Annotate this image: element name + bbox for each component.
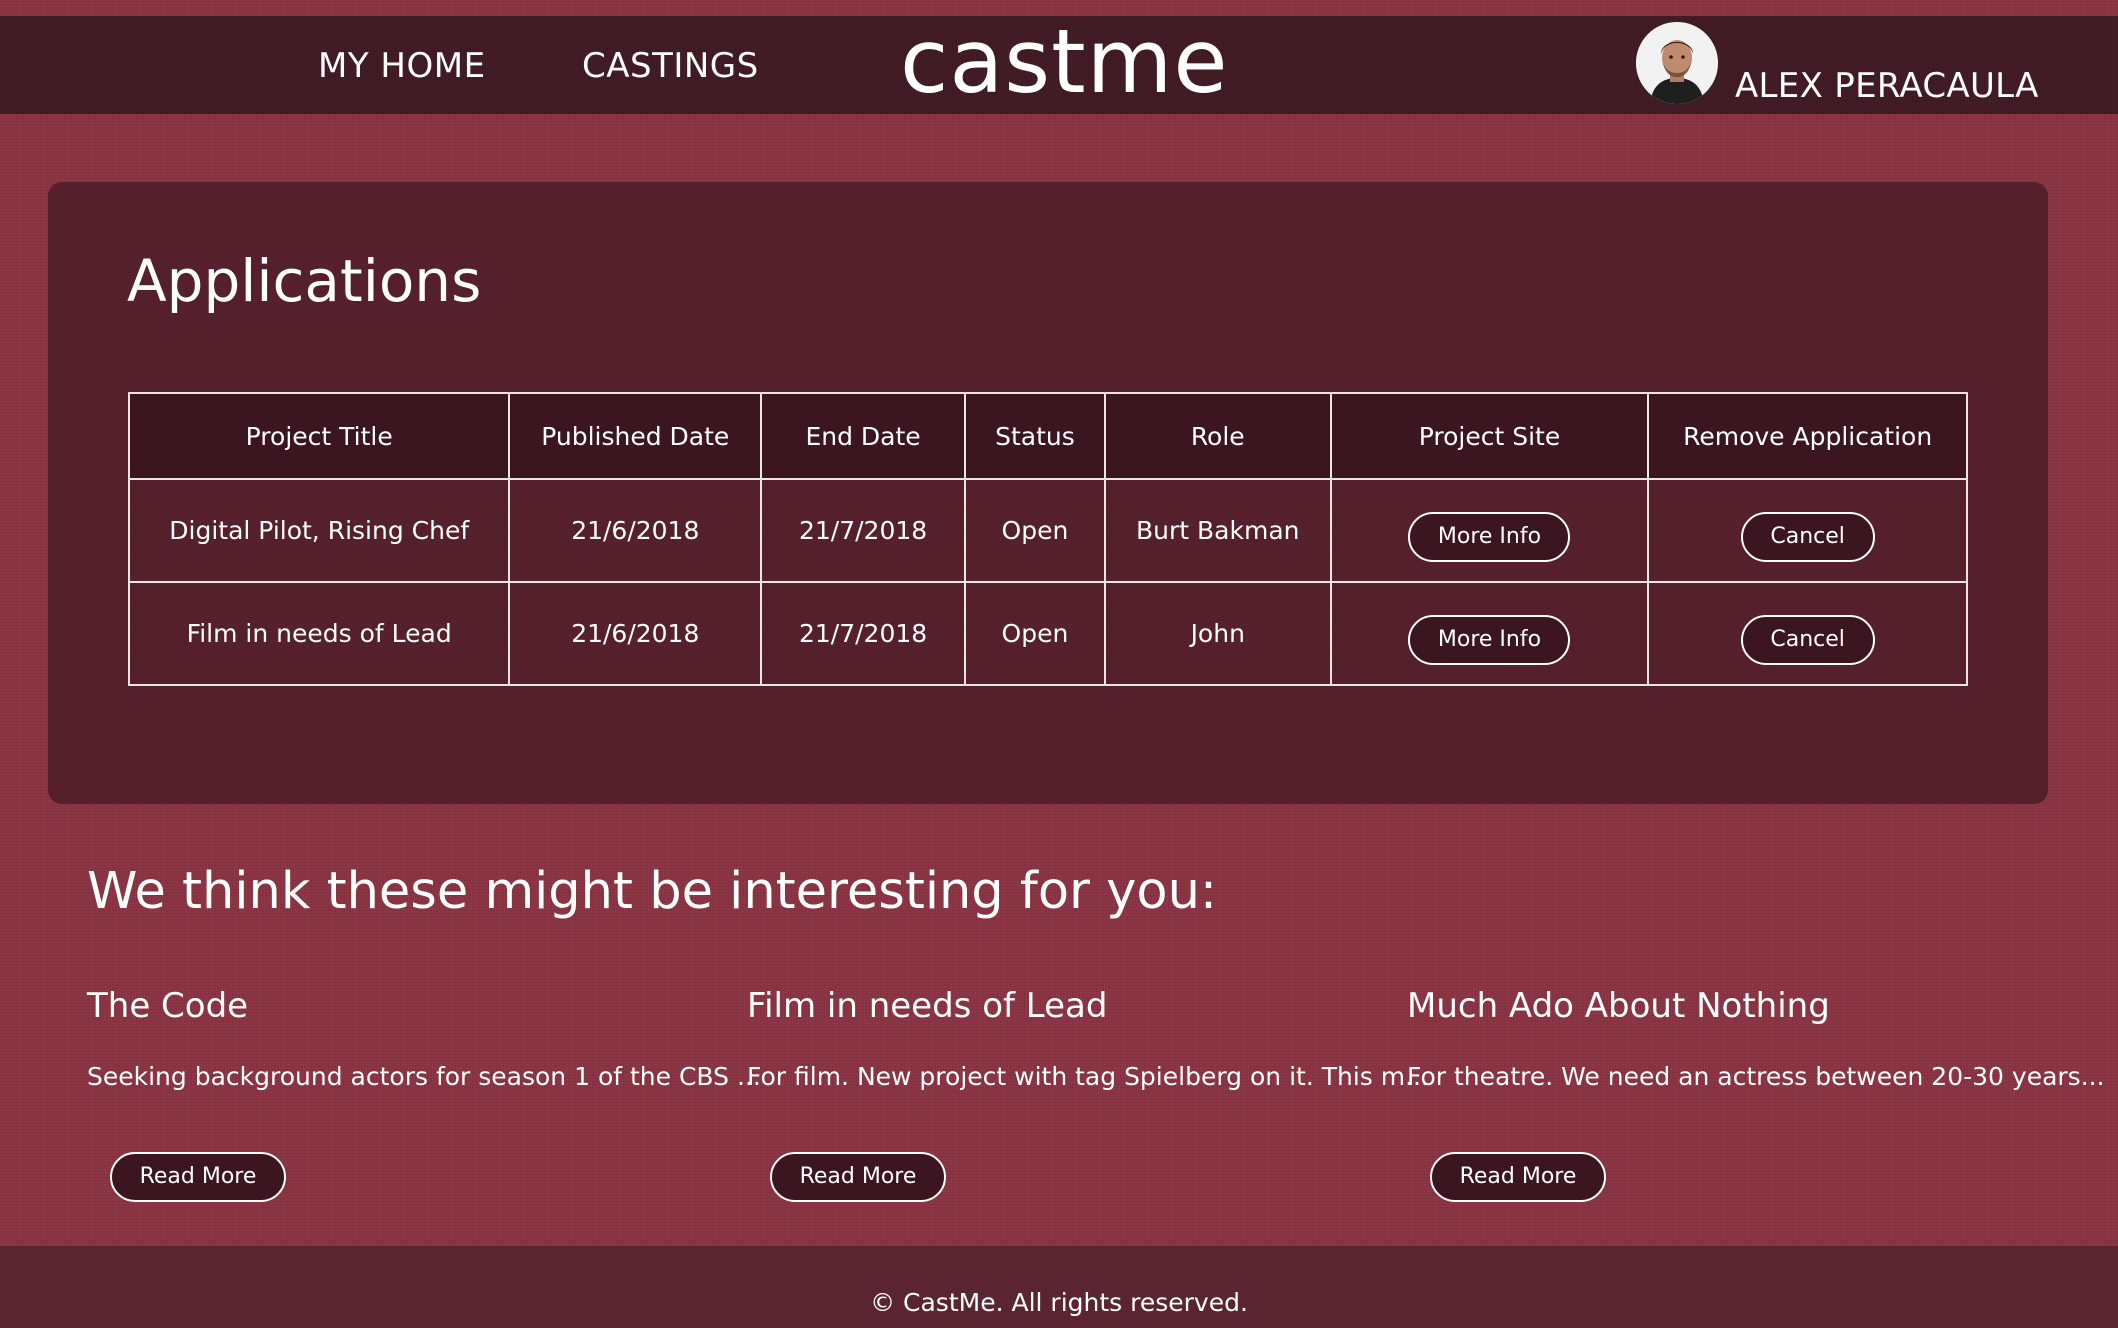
cell-project-title: Digital Pilot, Rising Chef — [127, 478, 511, 583]
applications-panel: Applications Project Title Published Dat… — [48, 182, 2048, 804]
cell-end-date: 21/7/2018 — [760, 478, 966, 583]
cell-end-date: 21/7/2018 — [760, 581, 966, 686]
suggestion-card-title: Much Ado About Nothing — [1407, 986, 1830, 1026]
cancel-application-button[interactable]: Cancel — [1740, 511, 1875, 562]
applications-title: Applications — [127, 247, 482, 315]
more-info-button[interactable]: More Info — [1408, 511, 1571, 562]
cell-role: John — [1103, 581, 1332, 686]
suggestion-card: Film in needs of Lead For film. New proj… — [747, 986, 1429, 1206]
suggestion-card-title: The Code — [87, 986, 249, 1026]
column-header-status: Status — [964, 392, 1106, 480]
suggestion-card-description: For theatre. We need an actress between … — [1407, 1062, 2105, 1091]
suggestion-card-title: Film in needs of Lead — [747, 986, 1108, 1026]
cell-project-site: More Info — [1329, 581, 1650, 686]
cell-remove-application: Cancel — [1647, 581, 1968, 686]
column-header-remove-application: Remove Application — [1647, 392, 1968, 480]
suggestion-card: Much Ado About Nothing For theatre. We n… — [1407, 986, 2105, 1206]
suggestion-card-description: For film. New project with tag Spielberg… — [747, 1062, 1429, 1091]
cell-status: Open — [964, 478, 1106, 583]
column-header-project-title: Project Title — [127, 392, 511, 480]
cell-status: Open — [964, 581, 1106, 686]
cell-role: Burt Bakman — [1103, 478, 1332, 583]
read-more-button[interactable]: Read More — [1430, 1152, 1606, 1202]
cell-published-date: 21/6/2018 — [508, 478, 763, 583]
user-avatar[interactable] — [1636, 22, 1718, 104]
cell-published-date: 21/6/2018 — [508, 581, 763, 686]
top-navigation-bar: MY HOME CASTINGS castme ALEX PERACAULA — [0, 10, 2118, 114]
read-more-button[interactable]: Read More — [110, 1152, 286, 1202]
suggestions-title: We think these might be interesting for … — [87, 862, 1218, 921]
cell-project-site: More Info — [1329, 478, 1650, 583]
more-info-button[interactable]: More Info — [1408, 614, 1571, 665]
user-avatar-icon — [1636, 22, 1718, 104]
read-more-button[interactable]: Read More — [770, 1152, 946, 1202]
column-header-published-date: Published Date — [508, 392, 763, 480]
cell-project-title: Film in needs of Lead — [127, 581, 511, 686]
suggestion-card: The Code Seeking background actors for s… — [87, 986, 761, 1206]
castme-logo[interactable]: castme — [900, 10, 1229, 113]
footer-copyright: © CastMe. All rights reserved. — [870, 1288, 1248, 1317]
nav-link-my-home[interactable]: MY HOME — [318, 46, 486, 86]
suggestion-card-description: Seeking background actors for season 1 o… — [87, 1062, 761, 1091]
table-header-row: Project Title Published Date End Date St… — [127, 392, 1968, 480]
column-header-role: Role — [1103, 392, 1332, 480]
applications-table: Project Title Published Date End Date St… — [127, 392, 1968, 686]
cell-remove-application: Cancel — [1647, 478, 1968, 583]
table-row: Digital Pilot, Rising Chef 21/6/2018 21/… — [127, 478, 1968, 583]
cancel-application-button[interactable]: Cancel — [1740, 614, 1875, 665]
column-header-end-date: End Date — [760, 392, 966, 480]
table-row: Film in needs of Lead 21/6/2018 21/7/201… — [127, 581, 1968, 686]
nav-link-castings[interactable]: CASTINGS — [582, 46, 759, 86]
user-name[interactable]: ALEX PERACAULA — [1735, 66, 2039, 106]
column-header-project-site: Project Site — [1329, 392, 1650, 480]
page-footer: © CastMe. All rights reserved. — [0, 1246, 2118, 1328]
